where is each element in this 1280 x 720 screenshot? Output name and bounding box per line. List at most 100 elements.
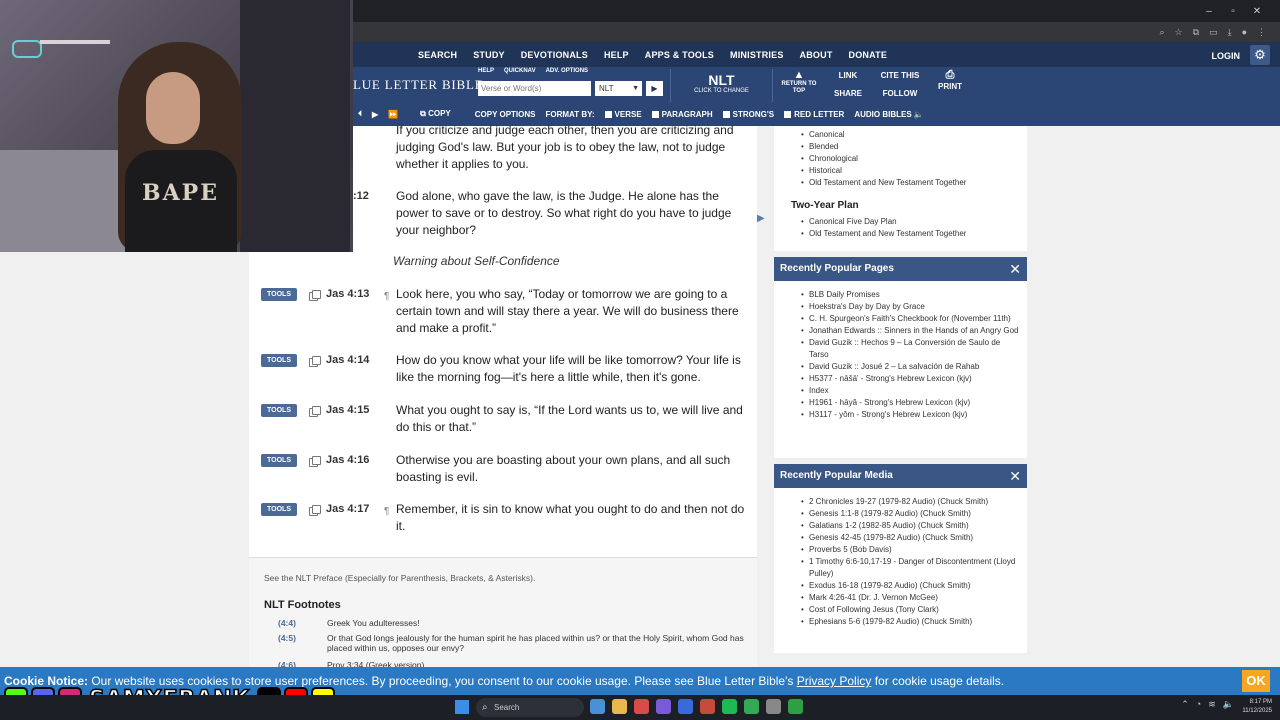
- popular-page-link[interactable]: Hoekstra's Day by Day by Grace: [801, 301, 1019, 313]
- popular-media-link[interactable]: Genesis 1:1-8 (1979-82 Audio) (Chuck Smi…: [801, 508, 1019, 520]
- extensions-icon[interactable]: ⧉: [1193, 27, 1199, 38]
- popular-page-link[interactable]: H1961 - hāyâ - Strong's Hebrew Lexicon (…: [801, 397, 1019, 409]
- cookie-ok-button[interactable]: OK: [1242, 670, 1270, 692]
- popular-media-link[interactable]: Genesis 42-45 (1979-82 Audio) (Chuck Smi…: [801, 532, 1019, 544]
- app-icon[interactable]: [678, 699, 693, 714]
- copy-verse-icon[interactable]: [309, 290, 321, 301]
- nav-apps-tools[interactable]: APPS & TOOLS: [637, 50, 722, 60]
- verse-ref[interactable]: Jas 4:16: [326, 454, 369, 466]
- plan-link[interactable]: Old Testament and New Testament Together: [801, 228, 1019, 240]
- close-icon[interactable]: ✕: [1009, 257, 1021, 281]
- tools-button[interactable]: TOOLS: [261, 404, 297, 417]
- tools-button[interactable]: TOOLS: [261, 454, 297, 467]
- copy-verse-icon[interactable]: [309, 505, 321, 516]
- return-to-top-button[interactable]: ▲ RETURN TO TOP: [780, 69, 818, 102]
- nav-help[interactable]: HELP: [596, 50, 637, 60]
- site-logo[interactable]: LUE LETTER BIBLE: [353, 77, 484, 93]
- plan-link[interactable]: Chronological: [801, 153, 1019, 165]
- cite-this-button[interactable]: CITE THIS: [876, 68, 924, 84]
- popular-page-link[interactable]: Jonathan Edwards :: Sinners in the Hands…: [801, 325, 1019, 337]
- popular-media-link[interactable]: Exodus 16-18 (1979-82 Audio) (Chuck Smit…: [801, 580, 1019, 592]
- chevron-up-icon[interactable]: ⌃: [1181, 699, 1189, 710]
- share-button[interactable]: SHARE: [830, 86, 866, 102]
- close-icon[interactable]: ✕: [1009, 464, 1021, 488]
- audio-bibles-button[interactable]: AUDIO BIBLES 🔈: [849, 110, 929, 119]
- plan-link[interactable]: Historical: [801, 165, 1019, 177]
- popular-media-link[interactable]: Mark 4:26-41 (Dr. J. Vernon McGee): [801, 592, 1019, 604]
- popular-page-link[interactable]: David Guzik :: Josué 2 – La salvación de…: [801, 361, 1019, 373]
- profile-icon[interactable]: ●: [1242, 27, 1247, 37]
- help-link[interactable]: HELP: [478, 68, 494, 74]
- plan-link[interactable]: Canonical: [801, 129, 1019, 141]
- verse-ref-partial[interactable]: :12: [353, 190, 369, 202]
- strongs-toggle[interactable]: STRONG'S: [718, 110, 779, 119]
- popular-page-link[interactable]: C. H. Spurgeon's Faith's Checkbook for (…: [801, 313, 1019, 325]
- nav-ministries[interactable]: MINISTRIES: [722, 50, 792, 60]
- copy-verse-icon[interactable]: [309, 356, 321, 367]
- tools-button[interactable]: TOOLS: [261, 354, 297, 367]
- copy-options-button[interactable]: COPY OPTIONS: [470, 110, 541, 119]
- tools-button[interactable]: TOOLS: [261, 288, 297, 301]
- plan-link[interactable]: Old Testament and New Testament Together: [801, 177, 1019, 189]
- taskbar-search[interactable]: Search: [476, 698, 584, 717]
- adv-options-link[interactable]: ADV. OPTIONS: [546, 68, 588, 74]
- popular-media-link[interactable]: Cost of Following Jesus (Tony Clark): [801, 604, 1019, 616]
- taskbar-clock[interactable]: 8:17 PM 11/12/2025: [1242, 698, 1272, 716]
- panel-toggle-arrow-icon[interactable]: ▶: [757, 213, 765, 224]
- nav-search[interactable]: SEARCH: [410, 50, 465, 60]
- popular-page-link[interactable]: BLB Daily Promises: [801, 289, 1019, 301]
- plan-link[interactable]: Blended: [801, 141, 1019, 153]
- popular-media-link[interactable]: Galatians 1-2 (1982-85 Audio) (Chuck Smi…: [801, 520, 1019, 532]
- popular-media-link[interactable]: Proverbs 5 (Bob Davis): [801, 544, 1019, 556]
- login-link[interactable]: LOGIN: [1212, 42, 1241, 67]
- spotify-icon[interactable]: [722, 699, 737, 714]
- nav-study[interactable]: STUDY: [465, 50, 513, 60]
- popular-page-link[interactable]: H5377 - nāšā' - Strong's Hebrew Lexicon …: [801, 373, 1019, 385]
- verse-ref[interactable]: Jas 4:15: [326, 404, 369, 416]
- link-button[interactable]: LINK: [834, 68, 862, 84]
- popular-page-link[interactable]: H3117 - yôm - Strong's Hebrew Lexicon (k…: [801, 409, 1019, 421]
- popular-media-link[interactable]: Ephesians 5-6 (1979-82 Audio) (Chuck Smi…: [801, 616, 1019, 628]
- app-icon[interactable]: [656, 699, 671, 714]
- app-icon[interactable]: [700, 699, 715, 714]
- plan-link[interactable]: Canonical Five Day Plan: [801, 216, 1019, 228]
- popular-page-link[interactable]: David Guzik :: Hechos 9 – La Conversión …: [801, 337, 1019, 361]
- verse-search-input[interactable]: [478, 81, 591, 96]
- minimize-icon[interactable]: –: [1200, 6, 1218, 17]
- search-go-button[interactable]: ▶: [646, 81, 663, 96]
- version-change-button[interactable]: NLT CLICK TO CHANGE: [670, 69, 773, 102]
- copy-button[interactable]: ⧉ COPY: [415, 109, 456, 119]
- quicknav-link[interactable]: QUICKNAV: [504, 68, 536, 74]
- nav-about[interactable]: ABOUT: [792, 50, 841, 60]
- paragraph-toggle[interactable]: PARAGRAPH: [647, 110, 718, 119]
- network-icon[interactable]: ◔: [1196, 699, 1201, 710]
- popular-page-link[interactable]: Index: [801, 385, 1019, 397]
- verse-ref[interactable]: Jas 4:13: [326, 288, 369, 300]
- settings-icon[interactable]: [766, 699, 781, 714]
- copy-verse-icon[interactable]: [309, 456, 321, 467]
- popular-media-link[interactable]: 2 Chronicles 19-27 (1979-82 Audio) (Chuc…: [801, 496, 1019, 508]
- app-icon[interactable]: [788, 699, 803, 714]
- sidebar-icon[interactable]: ▭: [1209, 27, 1218, 38]
- play-icon[interactable]: ▶: [367, 110, 383, 119]
- footnote-ref[interactable]: (4:4): [278, 618, 296, 628]
- volume-icon[interactable]: 🔈: [1223, 699, 1234, 710]
- app-icon[interactable]: [634, 699, 649, 714]
- copy-verse-icon[interactable]: [309, 406, 321, 417]
- close-icon[interactable]: ✕: [1248, 6, 1266, 17]
- windows-start-icon[interactable]: [455, 700, 469, 714]
- version-select[interactable]: NLT ▼: [595, 81, 642, 96]
- app-icon[interactable]: [590, 699, 605, 714]
- footnote-ref[interactable]: (4:5): [278, 633, 296, 643]
- verse-ref[interactable]: Jas 4:14: [326, 354, 369, 366]
- next-chapter-icon[interactable]: ⏩: [383, 110, 403, 119]
- prev-chapter-icon[interactable]: ⏴: [353, 109, 367, 119]
- print-button[interactable]: ⎙ PRINT: [931, 69, 969, 102]
- settings-gear-icon[interactable]: ⚙: [1250, 45, 1270, 65]
- maximize-icon[interactable]: ▫: [1224, 6, 1242, 17]
- nav-donate[interactable]: DONATE: [841, 50, 896, 60]
- download-icon[interactable]: ⤓: [1228, 27, 1232, 38]
- wifi-icon[interactable]: ≋: [1208, 699, 1216, 710]
- verse-ref[interactable]: Jas 4:17: [326, 503, 369, 515]
- bookmark-star-icon[interactable]: ☆: [1175, 27, 1183, 38]
